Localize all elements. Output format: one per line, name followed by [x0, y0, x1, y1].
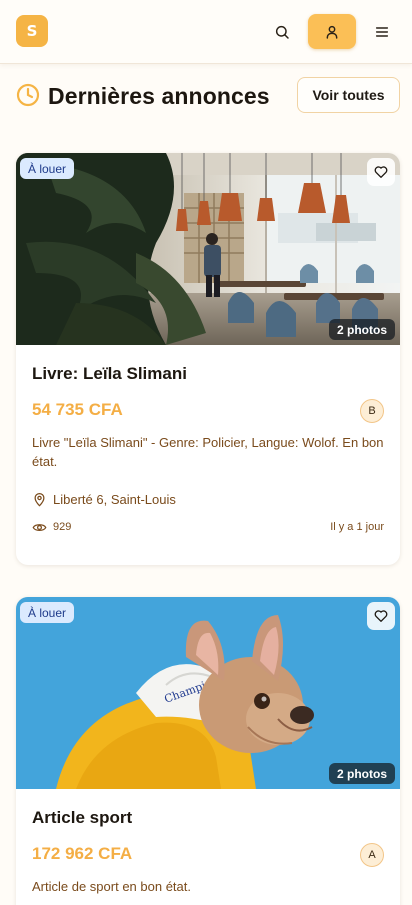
listing-posted-time: Il y a 1 jour [330, 521, 384, 533]
photo-count-badge: 2 photos [329, 763, 395, 784]
latest-listings-header: Dernières annonces Voir toutes [16, 77, 400, 115]
see-all-button[interactable]: Voir toutes [297, 77, 400, 113]
listing-description: Livre "Leïla Slimani" - Genre: Policier,… [32, 435, 384, 469]
clock-icon [16, 83, 40, 107]
photo-count-badge: 2 photos [329, 319, 395, 340]
views-count: 929 [53, 521, 72, 533]
search-button[interactable] [258, 14, 306, 49]
menu-button[interactable] [358, 14, 406, 49]
listing-title[interactable]: Article sport [32, 808, 132, 828]
listing-price: 54 735 CFA [32, 400, 123, 419]
listing-price: 172 962 CFA [32, 844, 133, 863]
heart-icon [374, 610, 388, 622]
for-rent-badge: À louer [20, 602, 75, 623]
hamburger-menu-icon [375, 26, 389, 37]
listing-description: Article de sport en bon état. [32, 879, 191, 894]
account-button[interactable] [308, 14, 356, 49]
heart-icon [374, 166, 388, 178]
top-bar: S [0, 0, 412, 64]
eye-icon [32, 523, 47, 531]
listing-photo-dog[interactable]: Champion À louer 2 photos [16, 597, 400, 789]
listing-card[interactable]: À louer 2 photos Livre: Leïla Slimani 54… [16, 153, 400, 565]
listing-photo-restaurant[interactable]: À louer 2 photos [16, 153, 400, 345]
listing-title[interactable]: Livre: Leïla Slimani [32, 364, 187, 384]
user-icon [326, 25, 338, 39]
logo-letter: S [26, 22, 38, 40]
favorite-button[interactable] [367, 158, 395, 186]
listing-card[interactable]: Champion À louer 2 photos Article sport … [16, 597, 400, 905]
seller-avatar[interactable]: B [360, 399, 384, 423]
search-icon [275, 25, 289, 39]
location-text: Liberté 6, Saint-Louis [53, 491, 176, 507]
map-pin-icon [34, 492, 45, 506]
listing-location: Liberté 6, Saint-Louis [32, 489, 176, 509]
listing-views: 929 [32, 517, 71, 537]
app-logo[interactable]: S [16, 15, 48, 47]
favorite-button[interactable] [367, 602, 395, 630]
for-rent-badge: À louer [20, 158, 75, 179]
seller-avatar[interactable]: A [360, 843, 384, 867]
section-title: Dernières annonces [48, 83, 270, 109]
